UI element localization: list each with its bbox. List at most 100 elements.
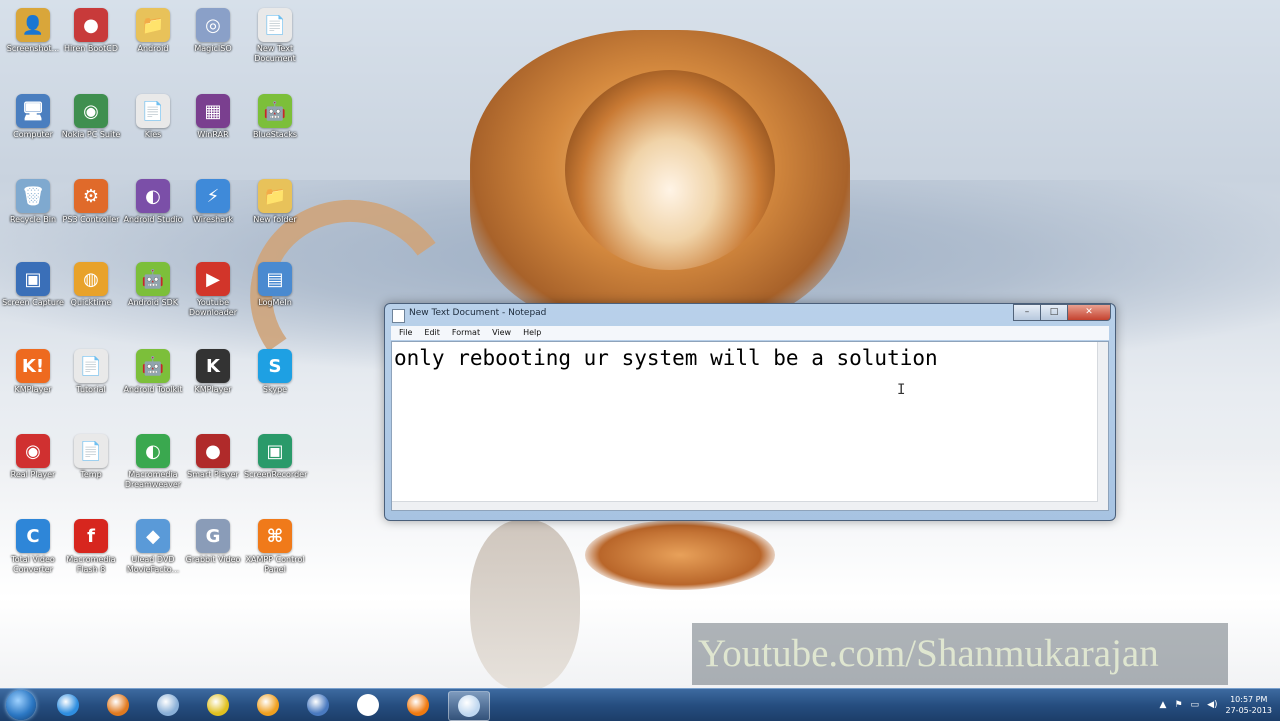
close-button[interactable]: ✕ [1067, 304, 1111, 321]
desktop-icon[interactable]: K! KMPlayer [2, 345, 64, 425]
desktop-icon[interactable]: 📁 New folder [244, 175, 306, 255]
desktop-icon[interactable]: ▦ WinRAR [182, 90, 244, 170]
desktop-icon[interactable]: ● Hiren BootCD [60, 4, 122, 84]
text-editor-area[interactable]: only rebooting ur system will be a solut… [391, 341, 1109, 511]
desktop-icon[interactable]: 📄 Temp [60, 430, 122, 510]
notepad-window[interactable]: New Text Document - Notepad – □ ✕ File E… [384, 303, 1116, 521]
desktop-icon[interactable]: ◉ Real Player [2, 430, 64, 510]
desktop-icon[interactable]: K KMPlayer [182, 345, 244, 425]
menu-file[interactable]: File [395, 326, 416, 340]
ie-taskbar-button[interactable] [48, 691, 88, 719]
desktop-icon[interactable]: 📄 New Text Document [244, 4, 306, 84]
desktop-icon-image: 📄 [258, 8, 292, 42]
chrome-taskbar-button[interactable] [198, 691, 238, 719]
desktop-icon[interactable]: ◎ MagicISO [182, 4, 244, 84]
horizontal-scrollbar[interactable] [392, 501, 1098, 510]
volume-icon[interactable]: ◀) [1207, 700, 1217, 710]
desktop-icon-image: ◉ [74, 94, 108, 128]
desktop-icon[interactable]: 👤 Screenshot... [2, 4, 64, 84]
desktop-icon-image: ⚙ [74, 179, 108, 213]
desktop-icon-image: C [16, 519, 50, 553]
vlc-icon [407, 694, 429, 716]
document-text[interactable]: only rebooting ur system will be a solut… [394, 346, 938, 370]
ie-icon [57, 694, 79, 716]
desktop-icon-image: ◍ [74, 262, 108, 296]
maximize-button[interactable]: □ [1040, 304, 1068, 321]
start-button[interactable] [6, 690, 36, 720]
taskbar: ▲ ⚑ ▭ ◀) 10:57 PM 27-05-2013 [0, 688, 1280, 721]
menu-format[interactable]: Format [448, 326, 484, 340]
network-taskbar-button[interactable] [148, 691, 188, 719]
desktop-icon[interactable]: ◉ Nokia PC Suite [60, 90, 122, 170]
desktop-icon[interactable]: ▣ Screen Capture [2, 258, 64, 338]
desktop-icon-label: Screen Capture [2, 298, 64, 307]
desktop-icon-image: S [258, 349, 292, 383]
desktop-icon-label: MagicISO [194, 44, 232, 53]
desktop-icon[interactable]: ● Smart Player [182, 430, 244, 510]
notepad-app-icon [392, 309, 405, 323]
desktop-icon[interactable]: 🤖 Android SDK [122, 258, 184, 338]
desktop-icon-label: Kies [144, 130, 162, 139]
desktop-icon-label: Computer [13, 130, 53, 139]
media-player-taskbar-button[interactable] [248, 691, 288, 719]
clock-date: 27-05-2013 [1225, 706, 1273, 715]
window-controls: – □ ✕ [1013, 304, 1111, 321]
desktop-icon[interactable]: C Total Video Converter [2, 515, 64, 595]
desktop-icon[interactable]: 📁 Android [122, 4, 184, 84]
text-editor-taskbar-button[interactable] [348, 691, 388, 719]
vlc-taskbar-button[interactable] [398, 691, 438, 719]
minimize-button[interactable]: – [1013, 304, 1041, 321]
desktop-icon-label: WinRAR [197, 130, 229, 139]
wallpaper-tiger-face [565, 70, 775, 270]
screen-recorder-taskbar-button[interactable] [298, 691, 338, 719]
action-center-icon[interactable]: ⚑ [1174, 700, 1182, 710]
desktop-icon[interactable]: f Macromedia Flash 8 [60, 515, 122, 595]
desktop-icon-image: ▣ [16, 262, 50, 296]
clock[interactable]: 10:57 PM 27-05-2013 [1226, 694, 1273, 716]
desktop-icon-label: XAMPP Control Panel [245, 555, 305, 574]
desktop-icon[interactable]: S Skype [244, 345, 306, 425]
desktop-icon[interactable]: 📄 Tutorial [60, 345, 122, 425]
firefox-taskbar-button[interactable] [98, 691, 138, 719]
menu-view[interactable]: View [488, 326, 515, 340]
desktop-icon-label: ScreenRecorder [244, 470, 308, 479]
desktop-icon-label: Macromedia Flash 8 [66, 555, 116, 574]
menu-edit[interactable]: Edit [420, 326, 444, 340]
desktop-icon-label: Macromedia Dreamweaver [124, 470, 182, 489]
desktop-icon-label: Quicktime [70, 298, 112, 307]
desktop-icon-image: 🖥 [16, 94, 50, 128]
desktop-icon-image: 🗑 [16, 179, 50, 213]
desktop-icon[interactable]: 🖥 Computer [2, 90, 64, 170]
desktop-icon[interactable]: ◍ Quicktime [60, 258, 122, 338]
desktop-icon[interactable]: ◐ Android Studio [122, 175, 184, 255]
menu-bar: File Edit Format View Help [391, 326, 1109, 340]
network-tray-icon[interactable]: ▭ [1191, 700, 1200, 710]
desktop-icon[interactable]: 📄 Kies [122, 90, 184, 170]
tray-expand-icon[interactable]: ▲ [1160, 700, 1167, 710]
desktop-icon-label: Screenshot... [6, 44, 60, 53]
network-icon [157, 694, 179, 716]
desktop-icon[interactable]: 🤖 Android Toolkit [122, 345, 184, 425]
desktop-icon[interactable]: ◐ Macromedia Dreamweaver [122, 430, 184, 510]
desktop-icon[interactable]: ▤ LogMeIn [244, 258, 306, 338]
desktop-icon[interactable]: ⚙ PS3 Controller [60, 175, 122, 255]
desktop-icon-image: ◉ [16, 434, 50, 468]
desktop-icon-image: 🤖 [136, 349, 170, 383]
desktop-icon[interactable]: ▶ Youtube Downloader [182, 258, 244, 338]
desktop-icon[interactable]: ⌘ XAMPP Control Panel [244, 515, 306, 595]
desktop-icon-label: Skype [262, 385, 288, 394]
desktop-icon-image: ● [74, 8, 108, 42]
window-title: New Text Document - Notepad [409, 308, 547, 318]
text-cursor-icon: I [897, 382, 906, 398]
desktop-icon-label: Android [137, 44, 169, 53]
desktop-icon-label: KMPlayer [194, 385, 232, 394]
desktop-icon[interactable]: ▣ ScreenRecorder [244, 430, 308, 510]
desktop-icon[interactable]: 🤖 BlueStacks [244, 90, 306, 170]
menu-help[interactable]: Help [519, 326, 545, 340]
desktop-icon[interactable]: G Grabbit Video [182, 515, 244, 595]
notepad-taskbar-button[interactable] [448, 691, 490, 721]
desktop-icon[interactable]: ⚡ Wireshark [182, 175, 244, 255]
desktop-icon[interactable]: 🗑 Recycle Bin [2, 175, 64, 255]
vertical-scrollbar[interactable] [1097, 342, 1108, 510]
desktop-icon[interactable]: ◆ Ulead DVD MovieFacto... [122, 515, 184, 595]
